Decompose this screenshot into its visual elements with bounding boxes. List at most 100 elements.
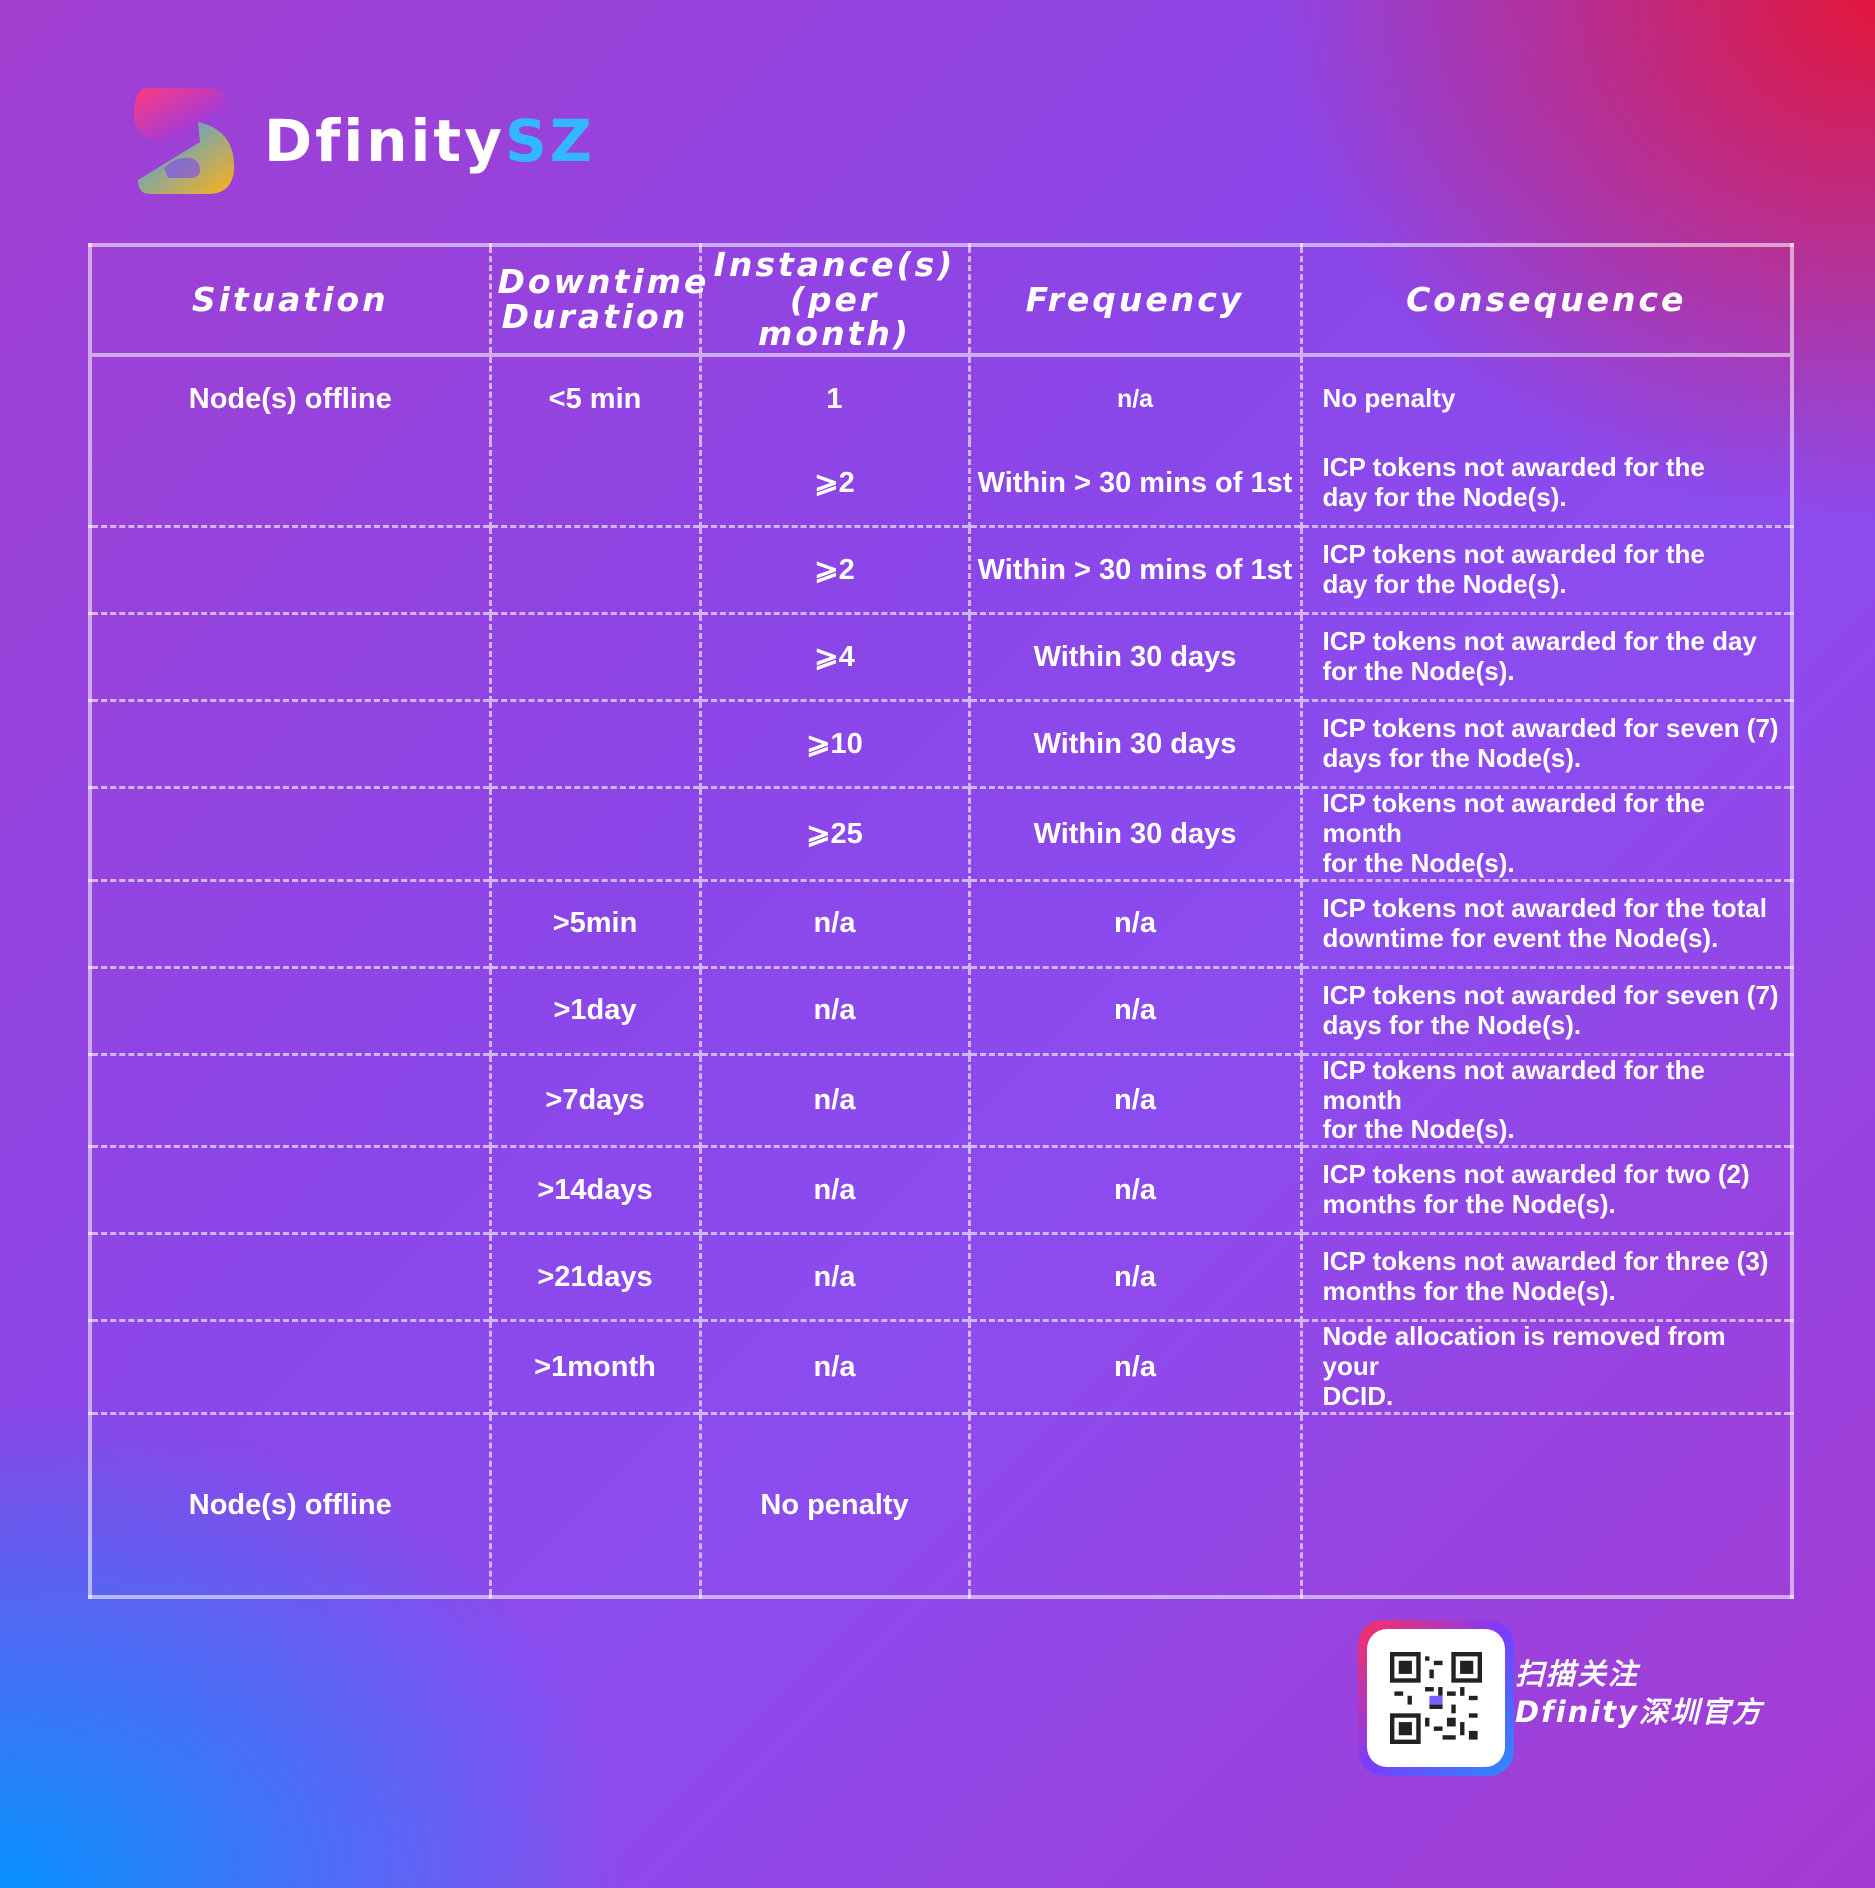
- consequence-line: downtime for event the Node(s).: [1322, 922, 1719, 953]
- table-row: ⩾4 Within 30 days ICP tokens not awarded f…: [88, 612, 1792, 701]
- duration-cell: >21days: [488, 1232, 700, 1321]
- qr-card[interactable]: [1358, 1620, 1514, 1776]
- situation-cell: Node(s) offline: [88, 353, 490, 441]
- consequence-cell: ICP tokens not awarded for the day for th…: [1299, 612, 1792, 701]
- qr-caption: 扫描关注 Dfinity深圳官方: [1515, 1655, 1763, 1731]
- instances-cell: ⩾4: [698, 612, 969, 701]
- instances-cell: No penalty: [698, 1412, 969, 1598]
- instances-cell: 1: [698, 353, 969, 441]
- situation-cell: [88, 612, 490, 701]
- consequence-line: DCID.: [1322, 1381, 1394, 1412]
- instances-cell: n/a: [698, 1145, 969, 1234]
- consequence-line: days for the Node(s).: [1322, 743, 1582, 773]
- consequence-cell: [1299, 1412, 1792, 1598]
- consequence-line: ICP tokens not awarded for seven (7): [1322, 713, 1779, 744]
- consequence-line: for the Node(s).: [1322, 656, 1515, 686]
- duration-cell: >14days: [488, 1145, 700, 1234]
- situation-cell: [88, 1145, 490, 1234]
- duration-cell: >1day: [488, 965, 700, 1055]
- situation-cell: [88, 878, 490, 968]
- table-header-row: Situation Downtime Duration Instance(s) (p…: [88, 245, 1792, 357]
- duration-cell: [488, 699, 700, 788]
- frequency-cell: Within > 30 mins of 1st: [967, 441, 1301, 527]
- consequence-cell: ICP tokens not awarded for the day for th…: [1299, 525, 1792, 614]
- duration-cell: [488, 441, 700, 527]
- dfinitysz-logo-icon: [134, 88, 234, 194]
- consequence-line: ICP tokens not awarded for the: [1322, 452, 1705, 483]
- situation-cell: [88, 965, 490, 1055]
- consequence-line: ICP tokens not awarded for seven (7): [1322, 979, 1779, 1010]
- consequence-line: day for the Node(s).: [1322, 569, 1567, 599]
- qr-caption-line1: 扫描关注: [1515, 1657, 1640, 1691]
- duration-cell: [488, 525, 700, 614]
- consequence-cell: ICP tokens not awarded for the day for th…: [1299, 441, 1792, 527]
- table-row: ⩾25 Within 30 days ICP tokens not awarded …: [88, 786, 1792, 881]
- situation-cell: [88, 1232, 490, 1321]
- table-row: ⩾2 Within > 30 mins of 1st ICP tokens not …: [88, 441, 1792, 527]
- header-situation: Situation: [88, 245, 490, 357]
- instances-cell: ⩾10: [698, 699, 969, 788]
- consequence-line: day for the Node(s).: [1322, 482, 1567, 512]
- frequency-cell: n/a: [967, 353, 1301, 441]
- frequency-cell: [967, 1412, 1301, 1598]
- consequence-cell: ICP tokens not awarded for the month for …: [1299, 1052, 1792, 1147]
- situation-cell: [88, 525, 490, 614]
- consequence-line: ICP tokens not awarded for the month: [1322, 788, 1705, 848]
- frequency-cell: n/a: [967, 1319, 1301, 1414]
- header-consequence: Consequence: [1299, 245, 1792, 357]
- frequency-cell: n/a: [967, 1052, 1301, 1147]
- frequency-cell: n/a: [967, 965, 1301, 1055]
- consequence-line: for the Node(s).: [1322, 847, 1515, 878]
- table-row: Node(s) offline No penalty: [88, 1412, 1792, 1598]
- frequency-cell: Within 30 days: [967, 786, 1301, 881]
- consequence-line: months for the Node(s).: [1322, 1276, 1616, 1307]
- instances-cell: n/a: [698, 1232, 969, 1321]
- table-row: >5min n/a n/a ICP tokens not awarded for th…: [88, 878, 1792, 968]
- consequence-cell: ICP tokens not awarded for the month for …: [1299, 786, 1792, 881]
- consequence-line: ICP tokens not awarded for the month: [1322, 1054, 1705, 1115]
- frequency-cell: Within 30 days: [967, 699, 1301, 788]
- header-downtime-duration: Downtime Duration: [488, 245, 706, 357]
- instances-cell: n/a: [698, 1319, 969, 1414]
- consequence-cell: ICP tokens not awarded for seven (7) days…: [1299, 699, 1792, 788]
- table-row: Node(s) offline <5 min 1 n/a No penalty: [88, 353, 1792, 441]
- situation-cell: [88, 1052, 490, 1147]
- consequence-cell: Node allocation is removed from your DCID…: [1299, 1319, 1792, 1414]
- brand-logo: DfinitySZ: [128, 82, 595, 200]
- consequence-line: ICP tokens not awarded for the total: [1322, 892, 1767, 923]
- situation-cell: [88, 786, 490, 881]
- table-row: >1month n/a n/a Node allocation is removed …: [88, 1319, 1792, 1414]
- consequence-cell: ICP tokens not awarded for three (3) mont…: [1299, 1232, 1792, 1321]
- duration-cell: >5min: [488, 878, 700, 968]
- penalty-table: Situation Downtime Duration Instance(s) (p…: [88, 243, 1794, 1600]
- instances-cell: n/a: [698, 965, 969, 1055]
- consequence-line: No penalty: [1322, 383, 1456, 414]
- consequence-cell: ICP tokens not awarded for the total down…: [1299, 878, 1792, 968]
- consequence-line: ICP tokens not awarded for two (2): [1322, 1159, 1750, 1190]
- consequence-line: Node allocation is removed from your: [1322, 1321, 1726, 1382]
- table-row: >21days n/a n/a ICP tokens not awarded for …: [88, 1232, 1792, 1321]
- header-frequency: Frequency: [967, 245, 1301, 357]
- consequence-line: days for the Node(s).: [1322, 1009, 1582, 1040]
- table-row: ⩾10 Within 30 days ICP tokens not awarded …: [88, 699, 1792, 788]
- situation-cell: Node(s) offline: [88, 1412, 490, 1598]
- table-row: >1day n/a n/a ICP tokens not awarded for se…: [88, 965, 1792, 1055]
- duration-cell: [488, 612, 700, 701]
- frequency-cell: Within 30 days: [967, 612, 1301, 701]
- duration-cell: >1month: [488, 1319, 700, 1414]
- duration-cell: [488, 1412, 700, 1598]
- duration-cell: [488, 786, 700, 881]
- situation-cell: [88, 1319, 490, 1414]
- duration-cell: <5 min: [488, 353, 700, 441]
- consequence-line: ICP tokens not awarded for the day: [1322, 626, 1757, 657]
- consequence-cell: ICP tokens not awarded for two (2) months…: [1299, 1145, 1792, 1234]
- instances-cell: n/a: [698, 878, 969, 968]
- qr-code-icon: [1390, 1652, 1482, 1744]
- consequence-line: ICP tokens not awarded for the: [1322, 539, 1705, 570]
- frequency-cell: n/a: [967, 878, 1301, 968]
- consequence-line: for the Node(s).: [1322, 1114, 1515, 1145]
- brand-name: DfinitySZ: [264, 107, 595, 175]
- instances-cell: n/a: [698, 1052, 969, 1147]
- frequency-cell: Within > 30 mins of 1st: [967, 525, 1301, 614]
- consequence-line: months for the Node(s).: [1322, 1189, 1616, 1220]
